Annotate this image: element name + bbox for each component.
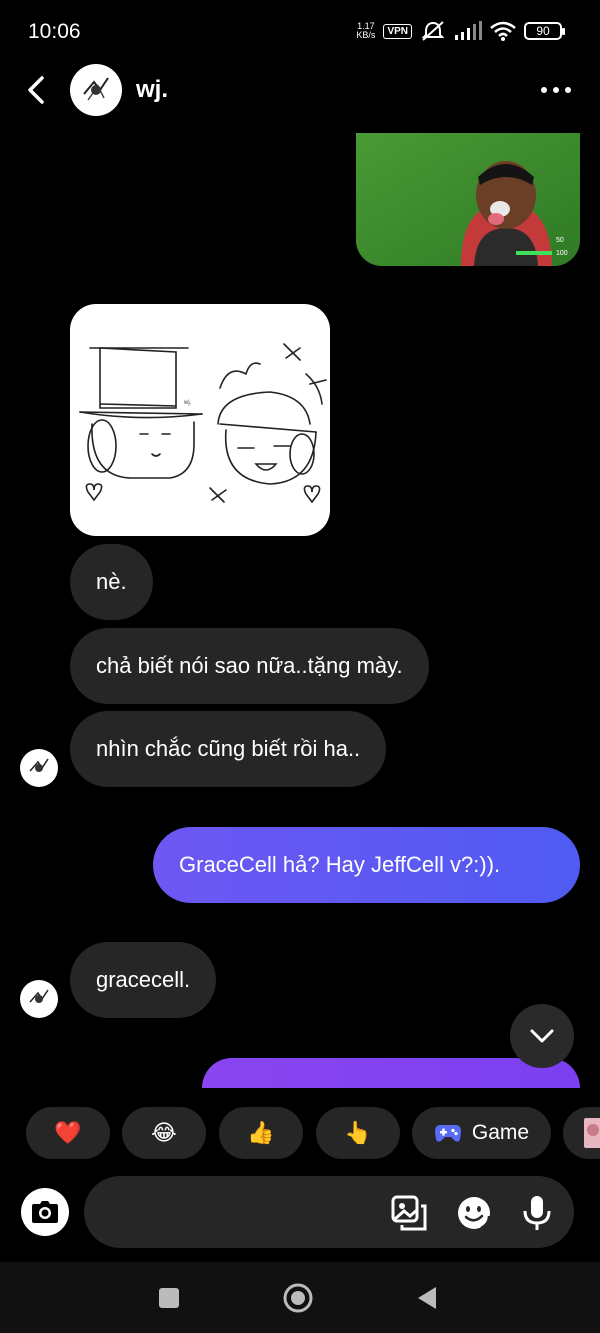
contact-name[interactable]: wj. [136,76,168,104]
media-overlay-value: 100 [556,250,568,257]
camera-button[interactable] [21,1188,69,1236]
scroll-to-bottom-button[interactable] [510,1004,574,1068]
reaction-point-button[interactable]: 👆 [316,1107,400,1159]
network-speed: 1.17 KB/s [356,21,376,40]
camera-icon [32,1201,58,1223]
game-label: Game [471,1121,530,1144]
message-bubble-received[interactable]: nè. [70,544,153,620]
media-overlay-value: 50 [556,237,564,244]
back-triangle-icon[interactable] [412,1282,444,1314]
message-list[interactable]: 50 100 wj. nè. chả biết nói sao nữa..tặn… [0,118,600,1088]
message-text: nhìn chắc cũng biết rồi ha.. [96,736,361,761]
signal-icon [455,21,482,40]
more-options-icon[interactable] [538,78,574,102]
vpn-badge: VPN [383,23,412,39]
sketch-signature: wj. [183,400,192,406]
sticker-thumbnail-icon [584,1118,600,1148]
reaction-laugh-button[interactable]: 😂 [122,1107,206,1159]
battery-indicator: 90 [524,22,565,40]
status-time: 10:06 [28,20,81,43]
message-bubble-sent[interactable]: GraceCell hả? Hay JeffCell v?:)). [153,827,580,903]
message-input[interactable] [104,1194,384,1230]
reaction-thumbs-up-button[interactable]: 👍 [219,1107,303,1159]
chevron-down-icon [530,1029,554,1043]
message-text: GraceCell hả? Hay JeffCell v?:)). [179,852,501,877]
recent-apps-icon[interactable] [153,1282,185,1314]
mute-icon [421,21,445,41]
heart-icon: ❤️ [54,1120,82,1145]
thumbs-up-icon: 👍 [247,1120,275,1145]
reaction-heart-button[interactable]: ❤️ [26,1107,110,1159]
gamepad-icon [434,1125,461,1142]
sketch-drawing: wj. [79,343,327,504]
sticker-button[interactable] [563,1107,600,1159]
message-text: gracecell. [96,967,191,992]
back-arrow-icon[interactable] [20,72,54,108]
home-icon[interactable] [282,1282,314,1314]
game-button[interactable]: Game [412,1107,551,1159]
contact-avatar[interactable] [70,64,122,116]
message-bubble-received[interactable]: nhìn chắc cũng biết rồi ha.. [70,711,387,787]
avatar-sketch-icon [83,77,109,101]
quick-reactions-bar: ❤️ 😂 👍 👆 Game [0,1107,600,1159]
sender-avatar[interactable] [20,980,58,1018]
sent-media-thumbnail[interactable]: 50 100 [356,133,580,266]
laughing-face-icon: 😂 [151,1120,177,1145]
media-image [356,133,580,266]
chat-header: wj. [0,62,600,118]
avatar-sketch-icon [29,989,49,1003]
received-image-message[interactable]: wj. [70,304,330,536]
avatar-sketch-icon [29,758,49,772]
gallery-icon[interactable] [390,1194,428,1232]
status-icons: 1.17 KB/s VPN 90 [356,20,565,42]
message-bubble-received[interactable]: chả biết nói sao nữa..tặng mày. [70,628,429,704]
wifi-icon [490,21,516,41]
message-bubble-received[interactable]: gracecell. [70,942,217,1018]
status-bar: 10:06 1.17 KB/s VPN 90 [0,0,600,62]
sender-avatar[interactable] [20,749,58,787]
microphone-icon[interactable] [518,1194,556,1232]
pointing-hand-icon: 👆 [344,1120,372,1145]
system-nav-bar [0,1262,600,1333]
message-composer[interactable] [84,1176,574,1248]
sticker-face-icon[interactable] [455,1194,493,1232]
message-text: nè. [96,569,127,594]
message-text: chả biết nói sao nữa..tặng mày. [96,653,403,678]
